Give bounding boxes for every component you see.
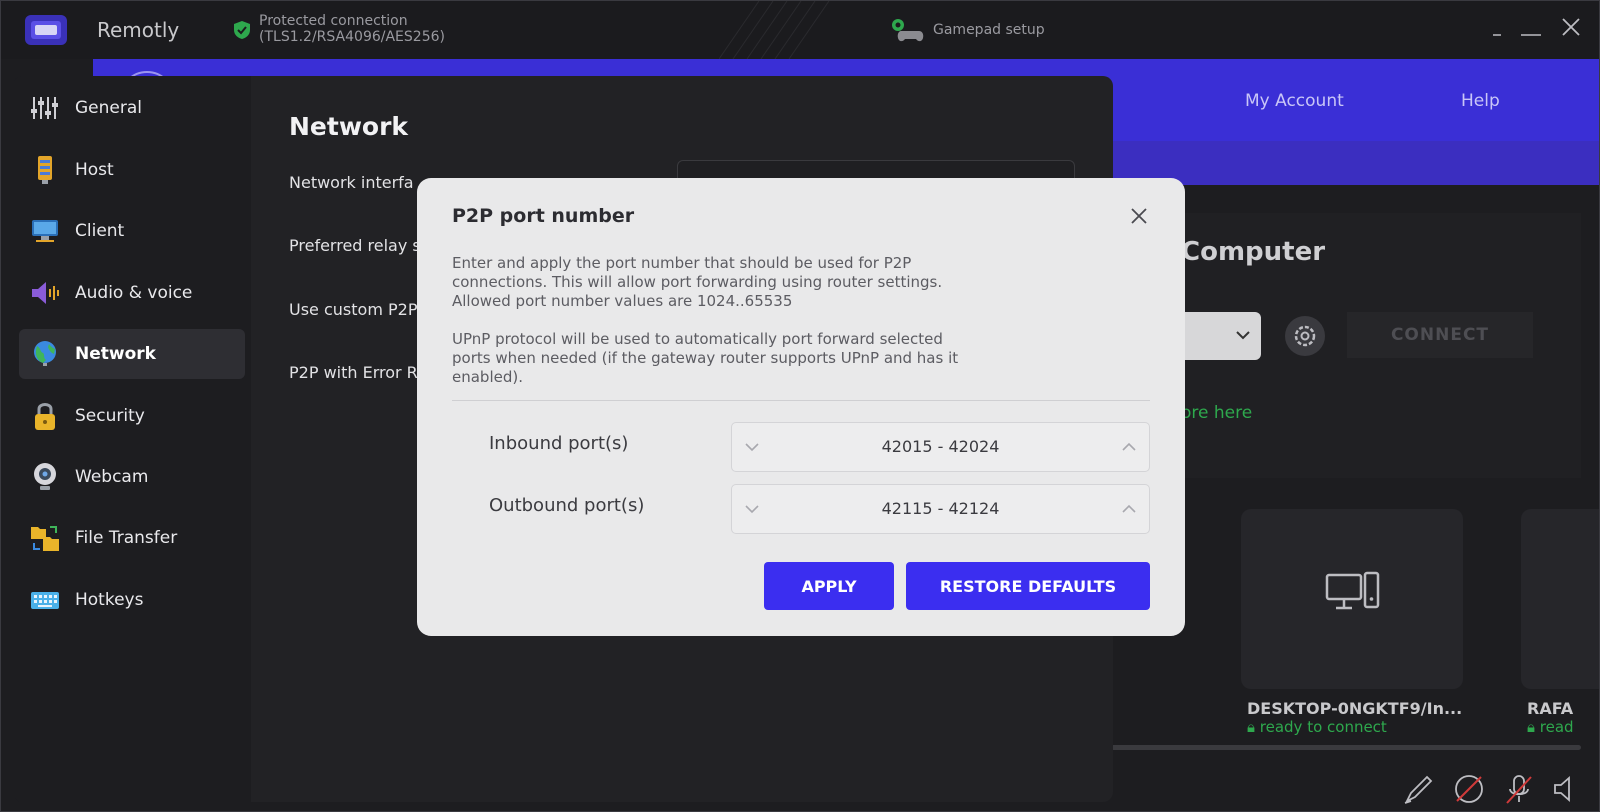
nav-my-account[interactable]: My Account — [1245, 91, 1344, 111]
webcam-icon — [29, 461, 61, 493]
outbound-port-stepper[interactable]: 42115 - 42124 — [731, 484, 1150, 534]
chevron-up-icon[interactable] — [1121, 441, 1137, 453]
setting-p2p-error: P2P with Error R — [289, 363, 418, 382]
outbound-label: Outbound port(s) — [489, 495, 645, 516]
keyboard-icon — [29, 584, 61, 616]
sidebar-label: Host — [75, 160, 114, 180]
connect-heading: Computer — [1181, 237, 1326, 267]
sidebar-label: General — [75, 98, 142, 118]
apply-button[interactable]: APPLY — [764, 562, 894, 610]
inbound-label: Inbound port(s) — [489, 433, 629, 454]
outbound-port-value[interactable]: 42115 - 42124 — [772, 499, 1109, 518]
sidebar-item-security[interactable]: Security — [19, 391, 245, 441]
nav-help[interactable]: Help — [1461, 91, 1500, 111]
speaker-icon — [29, 277, 61, 309]
sidebar-label: Client — [75, 221, 125, 241]
description-line: Enter and apply the port number that sho… — [452, 254, 912, 272]
card-title-2: RAFA — [1527, 699, 1574, 718]
microphone-muted-icon[interactable] — [1501, 771, 1537, 807]
description-line: UPnP protocol will be used to automatica… — [452, 330, 943, 348]
computer-card[interactable] — [1241, 509, 1463, 689]
sidebar-item-network[interactable]: Network — [19, 329, 245, 379]
sidebar-item-file-transfer[interactable]: File Transfer — [19, 513, 245, 563]
gamepad-setup-button[interactable]: Gamepad setup — [889, 17, 1045, 43]
description-line: ports when needed (if the gateway router… — [452, 349, 959, 367]
sidebar-item-general[interactable]: General — [19, 83, 245, 133]
section-title: Network — [289, 112, 409, 141]
setting-preferred-relay: Preferred relay s — [289, 236, 421, 255]
card-status-text-2: read — [1539, 718, 1574, 736]
sidebar-label: Webcam — [75, 467, 149, 487]
window-close-icon[interactable] — [1559, 15, 1583, 39]
setting-custom-p2p: Use custom P2P — [289, 300, 418, 319]
connection-text: Protected connection (TLS1.2/RSA4096/AES… — [259, 13, 445, 45]
description-line: enabled). — [452, 368, 523, 386]
gear-icon — [1294, 325, 1316, 347]
dialog-title: P2P port number — [452, 205, 635, 227]
pen-icon[interactable] — [1401, 771, 1437, 807]
app-title: Remotly — [97, 18, 180, 42]
sidebar-item-webcam[interactable]: Webcam — [19, 452, 245, 502]
card-title: DESKTOP-0NGKTF9/In... — [1247, 699, 1463, 718]
card-status-text: ready to connect — [1259, 718, 1387, 736]
sidebar-label: Network — [75, 344, 156, 364]
remotly-logo-icon — [25, 15, 67, 45]
sidebar-label: Audio & voice — [75, 283, 193, 303]
horizontal-scrollbar[interactable] — [1111, 745, 1581, 750]
lock-small-icon: 🔒︎ — [1247, 718, 1255, 736]
sidebar-item-hotkeys[interactable]: Hotkeys — [19, 575, 245, 625]
sidebar-item-audio-voice[interactable]: Audio & voice — [19, 268, 245, 318]
title-bar: Remotly Protected connection (TLS1.2/RSA… — [1, 1, 1599, 59]
monitor-icon — [29, 215, 61, 247]
sliders-icon — [29, 92, 61, 124]
dialog-description: Enter and apply the port number that sho… — [452, 254, 1012, 311]
description-line: Allowed port number values are 1024..655… — [452, 292, 793, 310]
computer-card-2[interactable] — [1521, 509, 1599, 689]
minimize-small-icon[interactable] — [1485, 15, 1509, 39]
speaker-icon[interactable] — [1549, 771, 1585, 807]
chevron-up-icon[interactable] — [1121, 503, 1137, 515]
p2p-port-dialog: P2P port number Enter and apply the port… — [417, 178, 1185, 636]
restore-defaults-button[interactable]: RESTORE DEFAULTS — [906, 562, 1150, 610]
gamepad-label: Gamepad setup — [933, 22, 1045, 38]
chevron-down-icon — [1236, 331, 1250, 340]
connection-line-1: Protected connection — [259, 13, 408, 29]
chevron-down-icon[interactable] — [744, 441, 760, 453]
globe-icon — [29, 338, 61, 370]
inbound-port-stepper[interactable]: 42015 - 42024 — [731, 422, 1150, 472]
setting-network-interface: Network interfa — [289, 173, 414, 192]
server-icon — [29, 154, 61, 186]
folders-icon — [29, 522, 61, 554]
lock-small-icon: 🔒︎ — [1527, 718, 1535, 736]
lock-icon — [29, 400, 61, 432]
sidebar-label: File Transfer — [75, 528, 178, 548]
inbound-port-value[interactable]: 42015 - 42024 — [772, 437, 1109, 456]
connection-line-2: (TLS1.2/RSA4096/AES256) — [259, 29, 445, 45]
cursor-disabled-icon[interactable] — [1451, 771, 1487, 807]
learn-more-link[interactable]: ore here — [1181, 403, 1252, 423]
dialog-upnp-note: UPnP protocol will be used to automatica… — [452, 330, 1012, 387]
description-line: connections. This will allow port forwar… — [452, 273, 943, 291]
settings-sidebar: General Host Client Audio & voice Networ… — [13, 76, 251, 802]
sidebar-label: Hotkeys — [75, 590, 144, 610]
desktop-computer-icon — [1325, 571, 1380, 610]
sidebar-label: Security — [75, 406, 145, 426]
sidebar-item-client[interactable]: Client — [19, 206, 245, 256]
shield-check-icon — [234, 21, 250, 39]
card-status-2: 🔒︎ read — [1527, 718, 1574, 736]
connect-button[interactable]: CONNECT — [1347, 312, 1533, 358]
connect-settings-button[interactable] — [1285, 316, 1325, 356]
sidebar-item-host[interactable]: Host — [19, 145, 245, 195]
card-status: 🔒︎ ready to connect — [1247, 718, 1387, 736]
connection-status: Protected connection (TLS1.2/RSA4096/AES… — [233, 13, 445, 45]
chevron-down-icon[interactable] — [744, 503, 760, 515]
app-window: Remotly Protected connection (TLS1.2/RSA… — [0, 0, 1600, 812]
gamepad-gear-icon — [892, 19, 924, 42]
dialog-separator — [452, 400, 1150, 401]
decorative-stripes — [719, 1, 830, 59]
close-icon[interactable] — [1127, 204, 1151, 228]
minimize-icon[interactable] — [1519, 15, 1543, 39]
